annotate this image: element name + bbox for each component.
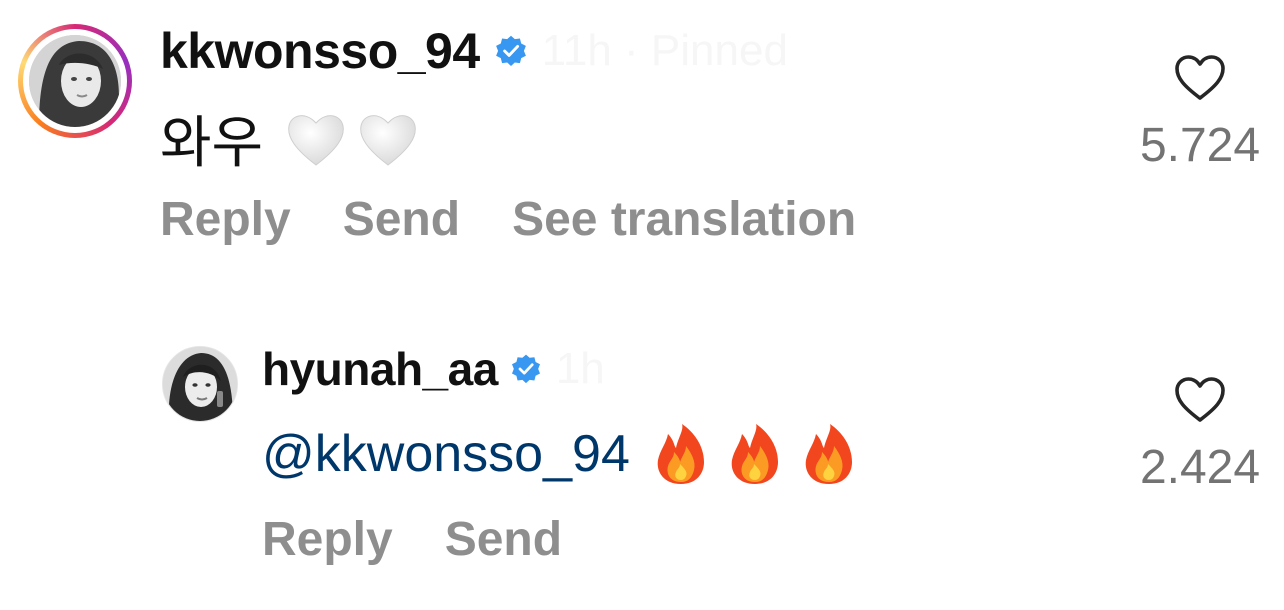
comment-body: 와우 [160,98,419,179]
comment-timestamp: 11h · Pinned [541,26,788,75]
story-ring-avatar[interactable] [18,24,132,138]
username[interactable]: kkwonsso_94 [160,22,480,80]
like-count: 2.424 [1139,441,1261,494]
avatar-image [163,347,237,421]
reply-item: hyunah_aa 1h @kkwonsso_94 Reply Send 2.4… [0,330,1284,600]
heart-outline-icon[interactable] [1174,376,1226,424]
verified-badge-icon [510,353,542,385]
fire-emoji-icon [726,422,784,486]
avatar[interactable] [162,346,238,422]
like-count: 5.724 [1139,119,1261,172]
comment-item: kkwonsso_94 11h · Pinned 와우 Reply Send S… [0,0,1284,290]
comment-timestamp: 1h [555,344,605,393]
white-heart-emoji-icon [285,109,347,169]
heart-outline-icon[interactable] [1174,54,1226,102]
username[interactable]: hyunah_aa [262,342,498,396]
avatar-image [29,35,121,127]
verified-badge-icon [494,34,528,68]
comment-text: 와우 [160,111,264,174]
comment-header: kkwonsso_94 11h · Pinned [160,22,788,80]
white-heart-emoji-icon [357,109,419,169]
fire-emoji-icon [800,422,858,486]
comment-body: @kkwonsso_94 [262,422,858,486]
reply-button[interactable]: Reply [160,192,291,247]
like-section: 2.424 [1120,376,1280,495]
comment-actions: Reply Send [262,512,562,567]
reply-button[interactable]: Reply [262,512,393,567]
like-section: 5.724 [1120,54,1280,173]
avatar [29,35,121,127]
see-translation-button[interactable]: See translation [512,192,856,247]
send-button[interactable]: Send [343,192,460,247]
comments-list: kkwonsso_94 11h · Pinned 와우 Reply Send S… [0,0,1284,610]
comment-actions: Reply Send See translation [160,192,856,247]
mention-link[interactable]: @kkwonsso_94 [262,424,630,484]
comment-header: hyunah_aa 1h [262,342,605,396]
send-button[interactable]: Send [445,512,562,567]
fire-emoji-icon [652,422,710,486]
